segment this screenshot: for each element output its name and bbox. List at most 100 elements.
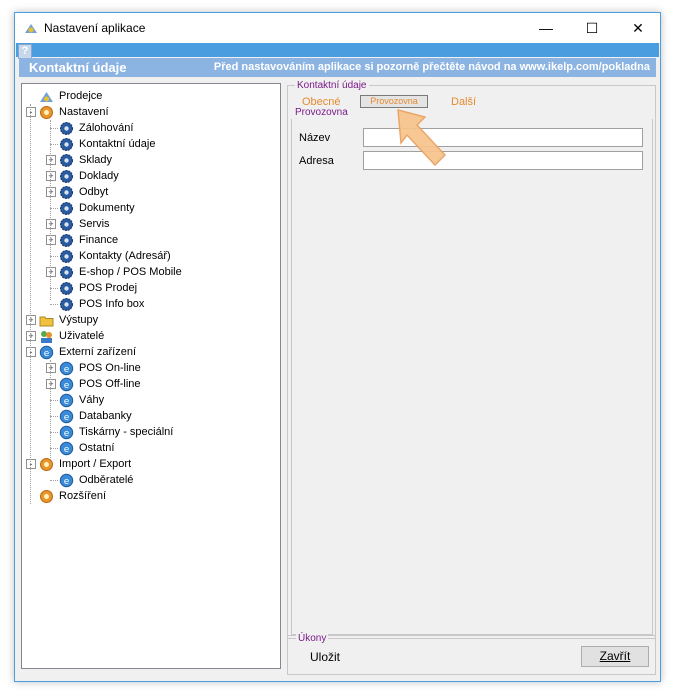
gear-blue-icon [60, 218, 73, 231]
maximize-button[interactable]: ☐ [569, 13, 615, 43]
tree-item-label: Rozšíření [59, 490, 107, 502]
device-icon: e [39, 345, 54, 360]
tree-item-1[interactable]: - Nastavení [22, 104, 278, 120]
device-icon: e [59, 377, 74, 392]
group-title: Kontaktní údaje [295, 80, 369, 91]
tree-item-14[interactable]: + Výstupy [22, 312, 278, 328]
section-frame [291, 119, 653, 635]
settings-tree[interactable]: Prodejce - Nastavení Zálohování Kontaktní úd… [21, 83, 281, 669]
tree-item-label: Kontakty (Adresář) [79, 250, 171, 262]
tree-item-10[interactable]: Kontakty (Adresář) [22, 248, 278, 264]
expand-toggle-icon[interactable]: + [46, 219, 56, 229]
collapse-toggle-icon[interactable]: - [26, 459, 36, 469]
tree-connector [50, 432, 58, 433]
detail-pane: Kontaktní údaje Obecné Provozovna Další … [285, 79, 656, 639]
tree-item-21[interactable]: e Tiskárny - speciální [22, 424, 278, 440]
gear-orange-icon [40, 490, 53, 503]
close-window-button[interactable]: ✕ [615, 13, 661, 43]
gear-blue-icon [60, 186, 73, 199]
users-icon [41, 331, 52, 343]
tree-item-7[interactable]: Dokumenty [22, 200, 278, 216]
tree-connector [50, 448, 58, 449]
expand-toggle-icon[interactable]: + [46, 235, 56, 245]
svg-text:e: e [64, 445, 70, 455]
tree-connector [50, 128, 58, 129]
tree-item-label: POS On-line [79, 362, 141, 374]
tree-guide-line [50, 360, 51, 460]
gear-blue-icon [60, 250, 73, 263]
expand-toggle-icon[interactable]: + [46, 379, 56, 389]
expand-toggle-icon[interactable]: + [46, 171, 56, 181]
expand-toggle-icon[interactable]: + [46, 267, 56, 277]
help-icon[interactable]: ? [18, 44, 32, 59]
expand-toggle-icon[interactable]: + [26, 331, 36, 341]
tree-item-19[interactable]: e Váhy [22, 392, 278, 408]
save-link[interactable]: Uložit [310, 650, 340, 664]
collapse-toggle-icon[interactable]: - [26, 107, 36, 117]
tree-item-label: Databanky [79, 410, 132, 422]
expand-toggle-icon[interactable]: + [46, 187, 56, 197]
tree-item-15[interactable]: + Uživatelé [22, 328, 278, 344]
banner-note: Před nastavováním aplikace si pozorně př… [213, 61, 650, 73]
minimize-button[interactable]: — [523, 13, 569, 43]
tab-dalsi[interactable]: Další [451, 96, 476, 108]
expand-toggle-icon[interactable]: + [46, 363, 56, 373]
tree-item-13[interactable]: POS Info box [22, 296, 278, 312]
tree-connector [50, 144, 58, 145]
tree-item-label: POS Off-line [79, 378, 141, 390]
svg-text:e: e [64, 413, 70, 423]
tree-item-9[interactable]: + Finance [22, 232, 278, 248]
tree-item-18[interactable]: + e POS Off-line [22, 376, 278, 392]
tree-item-3[interactable]: Kontaktní údaje [22, 136, 278, 152]
tree-item-label: Váhy [79, 394, 105, 406]
device-icon: e [59, 425, 74, 440]
tree-item-24[interactable]: e Odběratelé [22, 472, 278, 488]
tree-guide-line [30, 104, 31, 504]
tree-connector [50, 208, 58, 209]
tree-item-17[interactable]: + e POS On-line [22, 360, 278, 376]
tree-item-label: POS Info box [79, 298, 145, 310]
expand-toggle-icon[interactable]: + [26, 315, 36, 325]
name-label: Název [299, 132, 331, 144]
menu-strip: ? [16, 43, 659, 59]
tree-item-label: E-shop / POS Mobile [79, 266, 182, 278]
tree-item-11[interactable]: + E-shop / POS Mobile [22, 264, 278, 280]
tree-item-label: Doklady [79, 170, 119, 182]
gear-orange-icon [40, 106, 53, 119]
tree-connector [50, 288, 58, 289]
tree-item-label: Zálohování [79, 122, 134, 134]
tree-item-2[interactable]: Zálohování [22, 120, 278, 136]
tree-item-0[interactable]: Prodejce [22, 88, 278, 104]
gear-blue-icon [60, 138, 73, 151]
tree-item-12[interactable]: POS Prodej [22, 280, 278, 296]
gear-blue-icon [60, 234, 73, 247]
gear-blue-icon [60, 282, 73, 295]
tree-item-16[interactable]: - e Externí zařízení [22, 344, 278, 360]
tree-guide-line [50, 120, 51, 300]
gear-blue-icon [60, 266, 73, 279]
tree-item-label: Nastavení [59, 106, 109, 118]
tree-item-25[interactable]: Rozšíření [22, 488, 278, 504]
tree-item-label: Prodejce [59, 90, 103, 102]
tree-connector [50, 416, 58, 417]
gear-blue-icon [60, 298, 73, 311]
tree-item-23[interactable]: - Import / Export [22, 456, 278, 472]
tree-item-6[interactable]: + Odbyt [22, 184, 278, 200]
tree-item-label: Uživatelé [59, 330, 105, 342]
tree-item-5[interactable]: + Doklady [22, 168, 278, 184]
tree-item-label: Ostatní [79, 442, 115, 454]
app-icon [25, 24, 37, 33]
tree-item-label: Servis [79, 218, 110, 230]
tree-item-label: Sklady [79, 154, 113, 166]
collapse-toggle-icon[interactable]: - [26, 347, 36, 357]
tree-item-4[interactable]: + Sklady [22, 152, 278, 168]
tree-item-8[interactable]: + Servis [22, 216, 278, 232]
gear-orange-icon [40, 458, 53, 471]
close-button[interactable]: Zavřít [581, 646, 649, 667]
device-icon: e [59, 473, 74, 488]
tree-connector [50, 304, 58, 305]
expand-toggle-icon[interactable]: + [46, 155, 56, 165]
device-icon: e [59, 361, 74, 376]
tree-item-22[interactable]: e Ostatní [22, 440, 278, 456]
tree-item-20[interactable]: e Databanky [22, 408, 278, 424]
